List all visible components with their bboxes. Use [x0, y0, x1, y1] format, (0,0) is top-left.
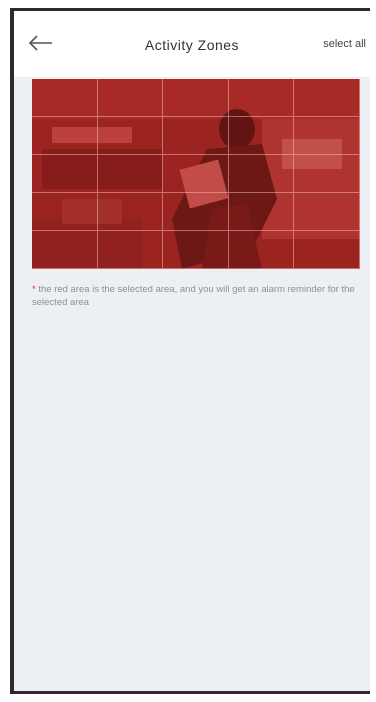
zone-cell[interactable]: [228, 79, 295, 117]
phone-screen: Activity Zones select all * the red area…: [10, 8, 370, 694]
header-bar: Activity Zones select all: [14, 11, 370, 77]
zone-cell[interactable]: [163, 79, 229, 117]
zone-cell[interactable]: [163, 231, 229, 269]
zone-cell[interactable]: [32, 155, 98, 193]
zone-cell[interactable]: [294, 117, 360, 155]
zone-cell[interactable]: [228, 231, 295, 269]
zone-cell[interactable]: [32, 79, 98, 117]
zone-cell[interactable]: [228, 117, 295, 155]
zone-cell[interactable]: [32, 193, 98, 231]
zone-cell[interactable]: [32, 117, 98, 155]
zone-cell[interactable]: [163, 193, 229, 231]
zone-cell[interactable]: [97, 193, 164, 231]
zone-cell[interactable]: [32, 231, 98, 269]
zone-cell[interactable]: [228, 155, 295, 193]
zone-cell[interactable]: [97, 79, 164, 117]
activity-zone-grid: [32, 79, 360, 269]
zone-cell[interactable]: [294, 155, 360, 193]
zone-cell[interactable]: [294, 231, 360, 269]
zone-cell[interactable]: [163, 155, 229, 193]
zone-cell[interactable]: [97, 117, 164, 155]
zone-cell[interactable]: [294, 193, 360, 231]
zone-cell[interactable]: [228, 193, 295, 231]
zone-cell[interactable]: [97, 155, 164, 193]
selection-hint: * the red area is the selected area, and…: [32, 283, 358, 309]
zone-cell[interactable]: [97, 231, 164, 269]
zone-cell[interactable]: [163, 117, 229, 155]
select-all-button[interactable]: select all: [323, 38, 366, 50]
camera-preview: [32, 79, 360, 269]
hint-text: the red area is the selected area, and y…: [32, 284, 355, 308]
page-title: Activity Zones: [144, 37, 240, 53]
zone-cell[interactable]: [294, 79, 360, 117]
